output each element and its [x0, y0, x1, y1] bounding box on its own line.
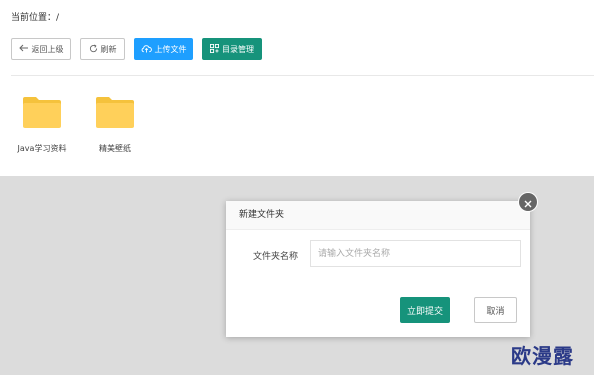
dialog-title: 新建文件夹 [226, 201, 530, 230]
submit-button[interactable]: 立即提交 [400, 297, 450, 323]
directory-management-button[interactable]: 目录管理 [202, 38, 262, 60]
folder-name-label: 文件夹名称 [253, 252, 299, 262]
grid-icon [210, 43, 219, 55]
refresh-button-label: 刷新 [100, 44, 117, 54]
close-icon [524, 193, 532, 212]
watermark-logo: 欧漫露 [511, 344, 574, 368]
refresh-icon [89, 44, 98, 55]
folder-name: Java学习资料 [17, 144, 67, 153]
upload-file-button-label: 上传文件 [154, 44, 187, 54]
directory-management-button-label: 目录管理 [222, 44, 254, 54]
back-button-label: 返回上级 [31, 44, 64, 54]
folder-name-input[interactable] [310, 240, 521, 267]
folder-item[interactable]: 精美壁纸 [85, 95, 145, 165]
divider [11, 75, 594, 76]
folder-icon [22, 95, 62, 133]
close-dialog-button[interactable] [519, 193, 537, 211]
upload-file-button[interactable]: 上传文件 [134, 38, 193, 60]
breadcrumb: 当前位置：/ [11, 13, 60, 23]
back-button[interactable]: 返回上级 [11, 38, 71, 60]
arrow-left-icon [18, 44, 29, 54]
new-folder-dialog: 新建文件夹 文件夹名称 立即提交 取消 [226, 201, 530, 337]
refresh-button[interactable]: 刷新 [80, 38, 125, 60]
file-browser-panel: 当前位置：/ 返回上级 刷新 上传文件 目录管理 Java学习资料 精美壁纸 [0, 0, 594, 176]
folder-name: 精美壁纸 [99, 144, 131, 153]
cancel-button[interactable]: 取消 [474, 297, 517, 323]
cloud-upload-icon [141, 44, 152, 55]
folder-icon [95, 95, 135, 133]
folder-item[interactable]: Java学习资料 [12, 95, 72, 165]
